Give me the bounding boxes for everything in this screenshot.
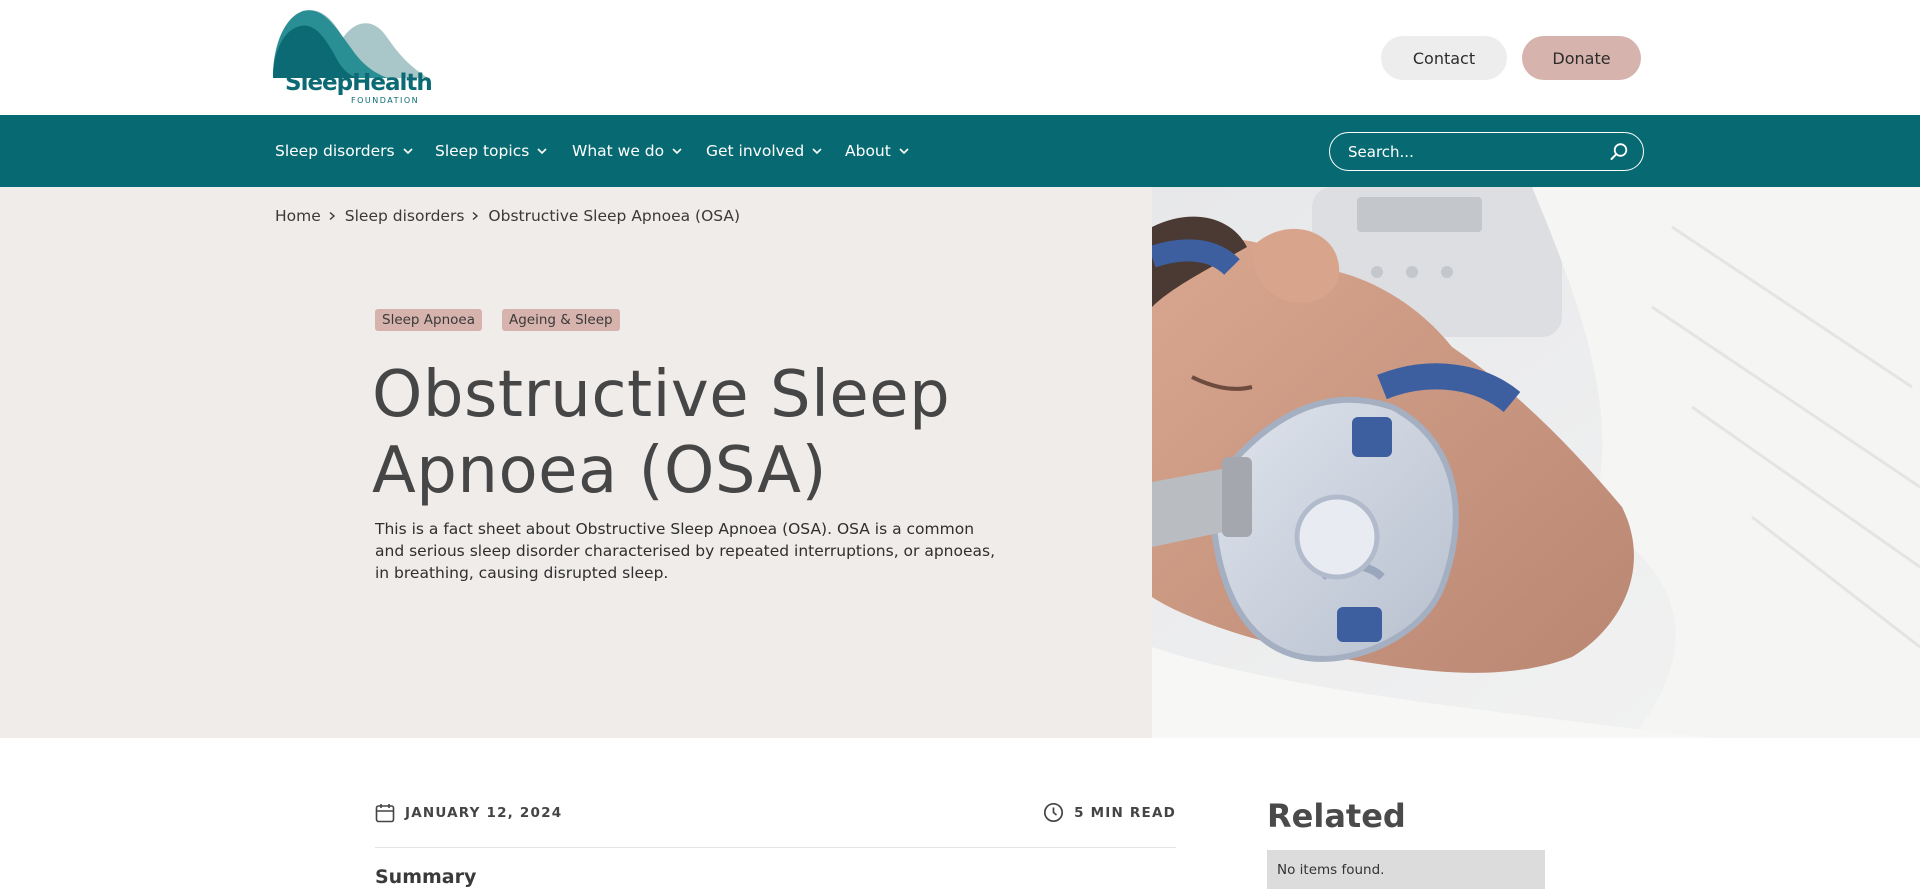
tag-sleep-apnoea[interactable]: Sleep Apnoea bbox=[375, 309, 482, 331]
search-icon[interactable] bbox=[1609, 142, 1629, 162]
tag-ageing-sleep[interactable]: Ageing & Sleep bbox=[502, 309, 620, 331]
hero-description: This is a fact sheet about Obstructive S… bbox=[375, 520, 996, 582]
nav-item-label: Sleep disorders bbox=[275, 142, 395, 160]
nav-item-label: What we do bbox=[572, 142, 665, 160]
breadcrumb-current: Obstructive Sleep Apnoea (OSA) bbox=[488, 207, 741, 225]
publish-date: JANUARY 12, 2024 bbox=[375, 803, 562, 823]
donate-button[interactable]: Donate bbox=[1522, 36, 1641, 80]
nav-item-label: About bbox=[845, 142, 891, 160]
chevron-down-icon bbox=[672, 148, 682, 155]
chevron-down-icon bbox=[537, 148, 547, 155]
page-title: Obstructive Sleep Apnoea (OSA) bbox=[372, 358, 951, 508]
nav-item-label: Sleep topics bbox=[435, 142, 530, 160]
site-header: SleepHealth FOUNDATION Contact Donate bbox=[0, 0, 1920, 115]
tag-list: Sleep Apnoea Ageing & Sleep bbox=[375, 309, 620, 331]
logo-hills-graphic bbox=[273, 10, 428, 78]
nav-item-about[interactable]: About bbox=[845, 115, 910, 187]
nav-item-get-involved[interactable]: Get involved bbox=[706, 115, 823, 187]
logo-subtext: FOUNDATION bbox=[351, 96, 420, 105]
search-box bbox=[1329, 132, 1644, 171]
chevron-right-icon bbox=[472, 211, 479, 221]
breadcrumb: Home Sleep disorders Obstructive Sleep A… bbox=[275, 207, 740, 225]
breadcrumb-home[interactable]: Home bbox=[275, 207, 321, 225]
site-logo[interactable]: SleepHealth FOUNDATION bbox=[273, 8, 433, 108]
article-meta: JANUARY 12, 2024 5 MIN READ bbox=[375, 800, 1176, 848]
hero-image-cpap-mask bbox=[1152, 187, 1920, 738]
breadcrumb-sleep-disorders[interactable]: Sleep disorders bbox=[345, 207, 465, 225]
related-heading: Related bbox=[1267, 797, 1406, 835]
main-nav: Sleep disorders Sleep topics What we do … bbox=[0, 115, 1920, 187]
chevron-down-icon bbox=[899, 148, 909, 155]
read-time: 5 MIN READ bbox=[1043, 802, 1176, 823]
logo-wordmark: SleepHealth bbox=[285, 70, 433, 96]
nav-item-label: Get involved bbox=[706, 142, 805, 160]
summary-heading: Summary bbox=[375, 866, 477, 888]
read-time-text: 5 MIN READ bbox=[1074, 804, 1176, 821]
nav-item-sleep-disorders[interactable]: Sleep disorders bbox=[275, 115, 414, 187]
chevron-down-icon bbox=[403, 148, 413, 155]
nav-item-sleep-topics[interactable]: Sleep topics bbox=[435, 115, 548, 187]
nav-item-what-we-do[interactable]: What we do bbox=[572, 115, 683, 187]
search-input[interactable] bbox=[1348, 141, 1598, 163]
clock-icon bbox=[1044, 802, 1064, 823]
chevron-right-icon bbox=[329, 211, 335, 221]
hero-section: Home Sleep disorders Obstructive Sleep A… bbox=[0, 187, 1920, 738]
related-empty-message: No items found. bbox=[1277, 862, 1385, 878]
publish-date-text: JANUARY 12, 2024 bbox=[405, 805, 563, 821]
chevron-down-icon bbox=[812, 148, 822, 155]
contact-button[interactable]: Contact bbox=[1381, 36, 1507, 80]
related-list: No items found. bbox=[1267, 850, 1545, 889]
calendar-icon bbox=[375, 804, 395, 823]
